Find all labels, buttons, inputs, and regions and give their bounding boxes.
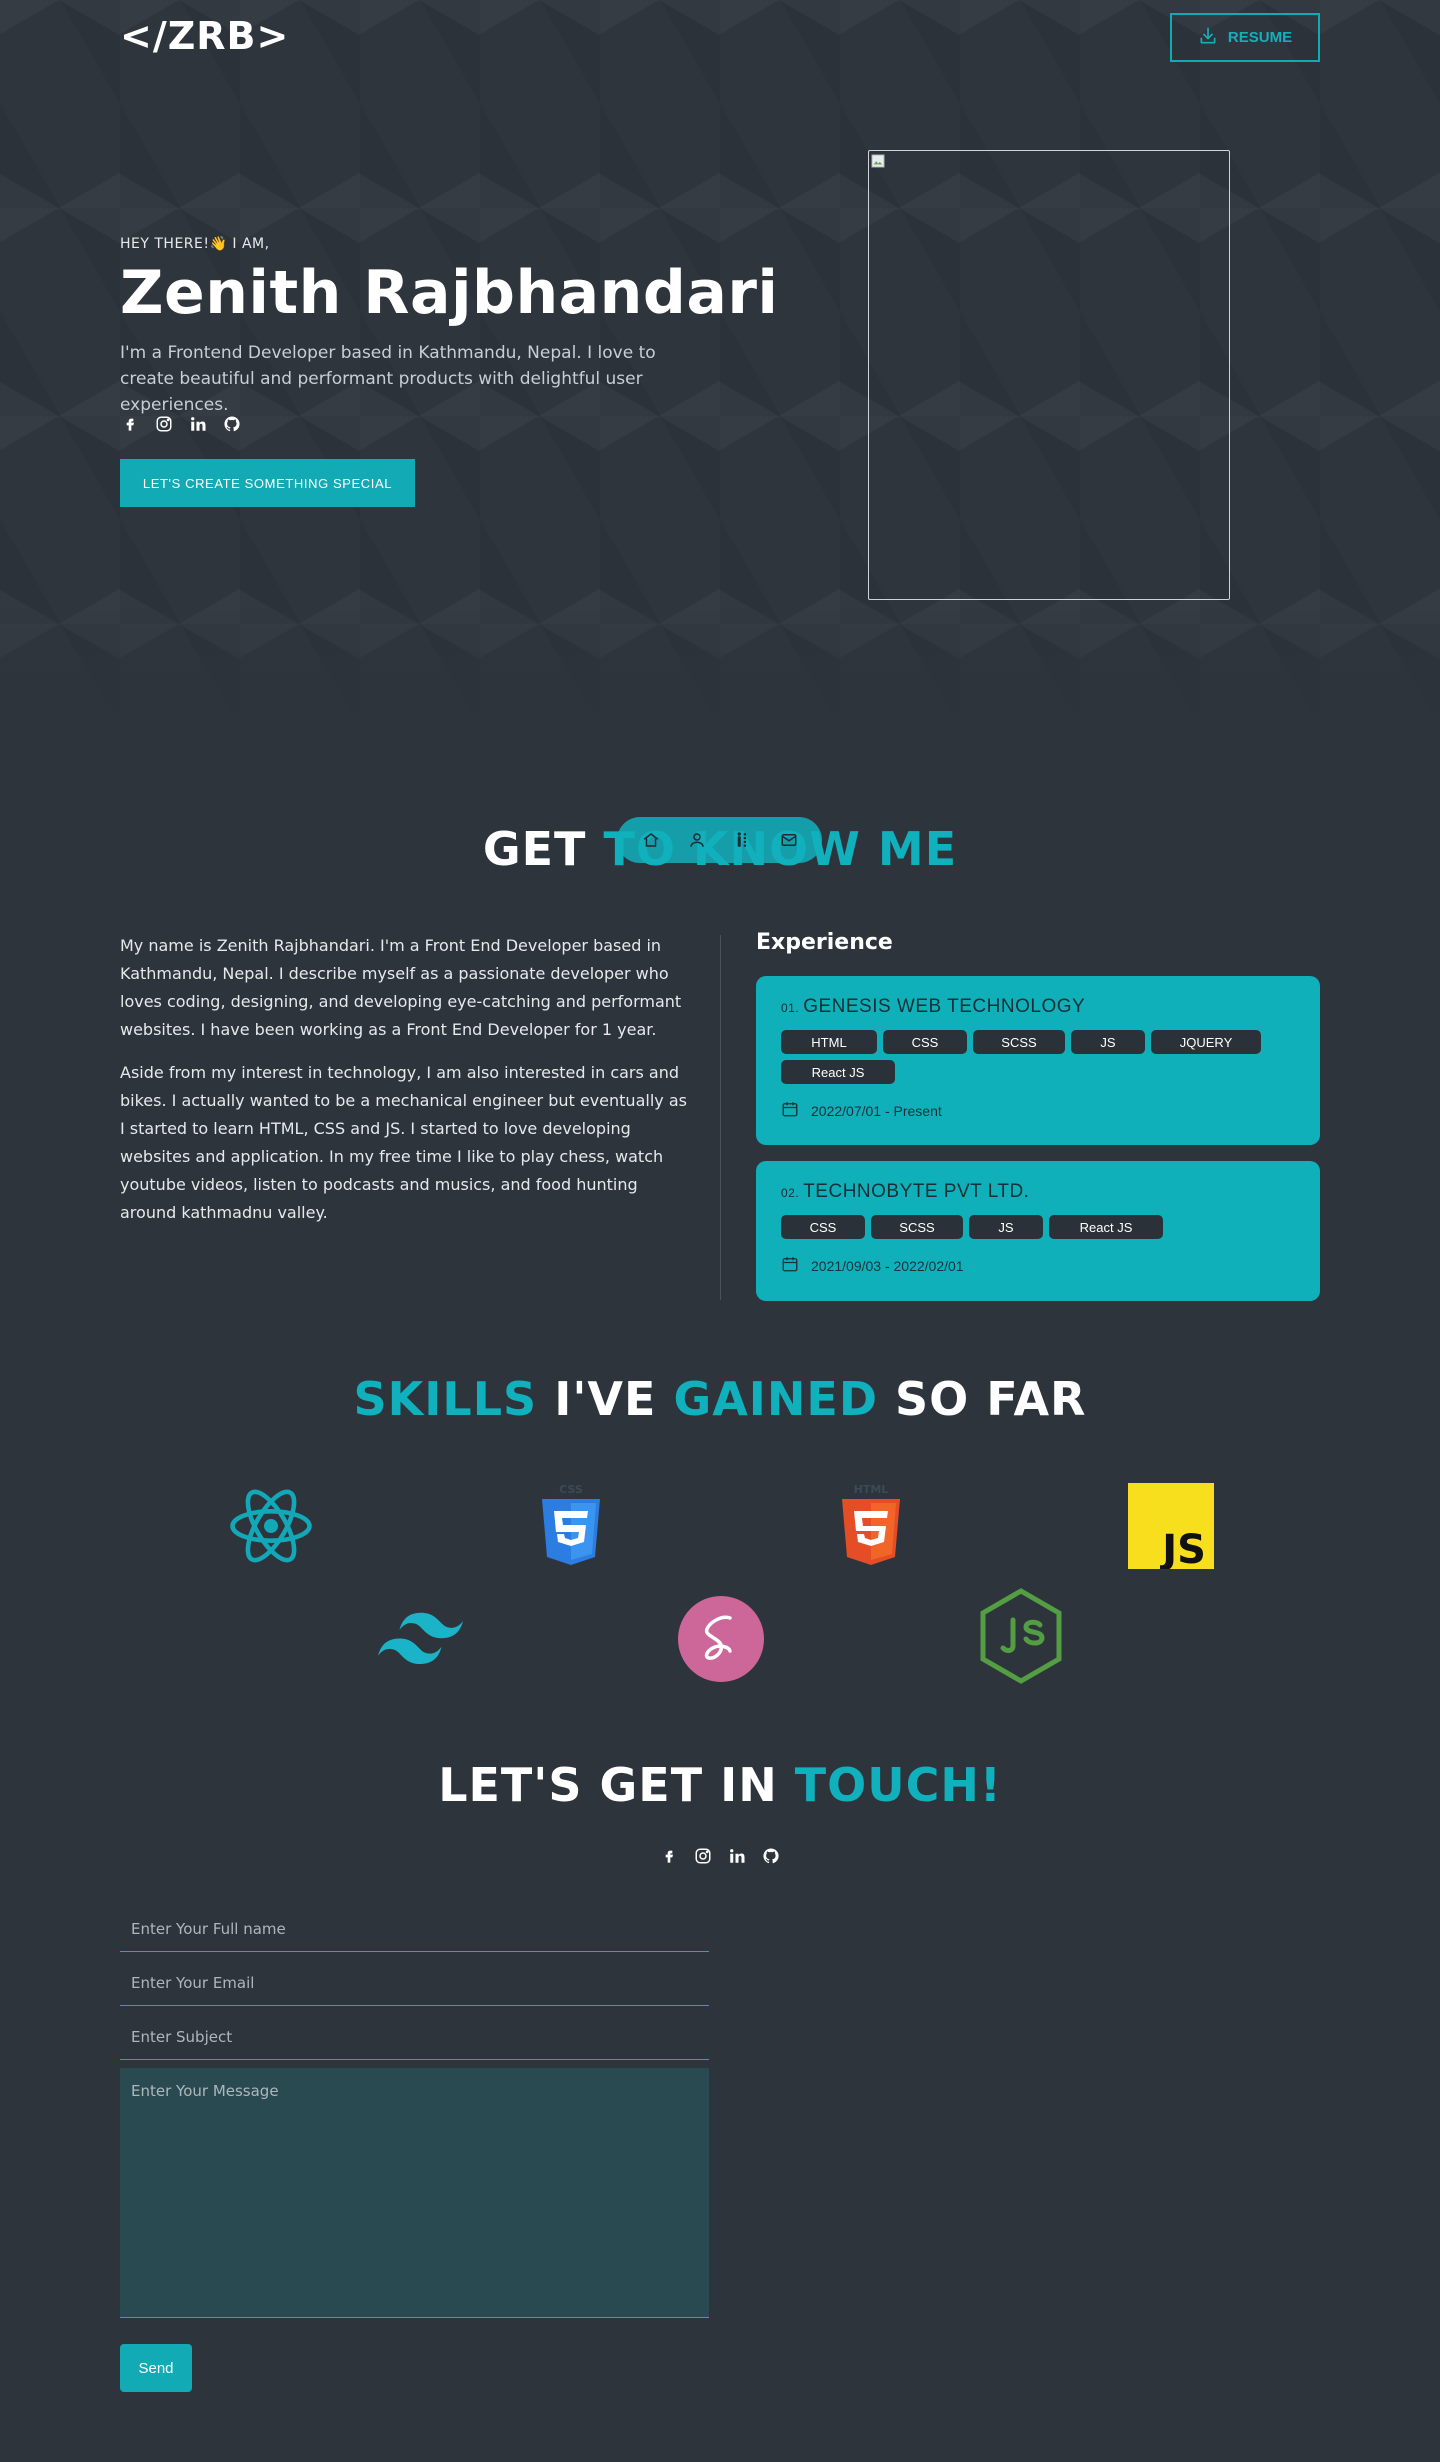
- nodejs-icon: [976, 1588, 1066, 1684]
- javascript-icon: JS: [1126, 1481, 1216, 1571]
- experience-date-text: 2022/07/01 - Present: [811, 1102, 942, 1119]
- linkedin-icon[interactable]: [188, 414, 208, 434]
- react-icon: [226, 1481, 316, 1571]
- experience-company: TECHNOBYTE PVT LTD.: [803, 1181, 1030, 1202]
- tag-list: HTML CSS SCSS JS JQUERY React JS: [781, 1030, 1295, 1084]
- logo-text: ZRB: [167, 14, 257, 58]
- hero-name: Zenith Rajbhandari: [120, 258, 779, 328]
- email-input[interactable]: [120, 1960, 709, 2006]
- html5-icon: HTML: [826, 1481, 916, 1571]
- about-title-part1: GET: [482, 822, 604, 876]
- skills-icon[interactable]: [727, 824, 759, 856]
- instagram-icon[interactable]: [693, 1846, 713, 1866]
- tag: SCSS: [871, 1215, 963, 1239]
- hero-social-links: [120, 414, 242, 434]
- github-icon[interactable]: [222, 414, 242, 434]
- user-icon[interactable]: [681, 824, 713, 856]
- calendar-icon: [781, 1100, 799, 1121]
- sass-icon: [676, 1594, 766, 1684]
- about-paragraph-1: My name is Zenith Rajbhandari. I'm a Fro…: [120, 936, 682, 1039]
- tag: CSS: [883, 1030, 967, 1054]
- about-paragraph-2: Aside from my interest in technology, I …: [120, 1063, 687, 1222]
- skills-title-b: I'VE: [537, 1372, 674, 1426]
- tag: SCSS: [973, 1030, 1065, 1054]
- contact-title: LET'S GET IN TOUCH!: [0, 1758, 1440, 1812]
- experience-date: 2022/07/01 - Present: [781, 1100, 1295, 1121]
- logo-bracket-open: </: [120, 14, 168, 58]
- site-logo[interactable]: <//ZRB>: [120, 14, 289, 58]
- tag: HTML: [781, 1030, 877, 1054]
- experience-number: 01.: [781, 1001, 800, 1015]
- experience-heading: Experience: [756, 930, 893, 955]
- hero-greeting: HEY THERE!👋 I AM,: [120, 236, 270, 252]
- skills-title-d: SO FAR: [878, 1372, 1087, 1426]
- skills-title-c: GAINED: [673, 1372, 879, 1426]
- experience-company: GENESIS WEB TECHNOLOGY: [803, 996, 1086, 1017]
- download-icon: [1198, 26, 1218, 50]
- instagram-icon[interactable]: [154, 414, 174, 434]
- fullname-input[interactable]: [120, 1906, 709, 1952]
- calendar-icon: [781, 1255, 799, 1276]
- floating-nav: [617, 817, 822, 863]
- css3-label: CSS: [559, 1483, 583, 1496]
- tag: React JS: [1049, 1215, 1163, 1239]
- contact-form: [120, 1906, 709, 2318]
- contact-social-links: [659, 1846, 781, 1866]
- tag: JQUERY: [1151, 1030, 1261, 1054]
- github-icon[interactable]: [761, 1846, 781, 1866]
- send-button[interactable]: Send: [120, 2344, 192, 2392]
- css3-icon: CSS: [526, 1481, 616, 1571]
- experience-date-text: 2021/09/03 - 2022/02/01: [811, 1257, 964, 1274]
- tag-list: CSS SCSS JS React JS: [781, 1215, 1295, 1239]
- tailwind-icon: [376, 1594, 466, 1684]
- logo-bracket-close: >: [256, 14, 290, 58]
- resume-button[interactable]: RESUME: [1170, 13, 1320, 62]
- skills-title: SKILLS I'VE GAINED SO FAR: [0, 1372, 1440, 1426]
- linkedin-icon[interactable]: [727, 1846, 747, 1866]
- cta-button[interactable]: LET'S CREATE SOMETHING SPECIAL: [120, 459, 415, 507]
- experience-card-1: 01. GENESIS WEB TECHNOLOGY HTML CSS SCSS …: [756, 976, 1320, 1145]
- skills-title-a: SKILLS: [353, 1372, 538, 1426]
- tag: React JS: [781, 1060, 895, 1084]
- contact-title-b: TOUCH!: [794, 1758, 1002, 1812]
- section-divider: [720, 935, 721, 1300]
- contact-title-a: LET'S GET IN: [438, 1758, 795, 1812]
- facebook-icon[interactable]: [120, 414, 140, 434]
- experience-title: 01. GENESIS WEB TECHNOLOGY: [781, 996, 1295, 1018]
- message-textarea[interactable]: [120, 2068, 709, 2318]
- home-icon[interactable]: [635, 824, 667, 856]
- mail-icon[interactable]: [773, 824, 805, 856]
- html5-label: HTML: [854, 1483, 889, 1496]
- experience-number: 02.: [781, 1186, 800, 1200]
- experience-date: 2021/09/03 - 2022/02/01: [781, 1255, 1295, 1276]
- hero-description: I'm a Frontend Developer based in Kathma…: [120, 343, 656, 415]
- about-text: My name is Zenith Rajbhandari. I'm a Fro…: [120, 932, 690, 1242]
- experience-card-2: 02. TECHNOBYTE PVT LTD. CSS SCSS JS React…: [756, 1161, 1320, 1301]
- experience-title: 02. TECHNOBYTE PVT LTD.: [781, 1181, 1295, 1203]
- tag: CSS: [781, 1215, 865, 1239]
- javascript-label: JS: [1159, 1527, 1206, 1569]
- tag: JS: [1071, 1030, 1145, 1054]
- facebook-icon[interactable]: [659, 1846, 679, 1866]
- profile-image: [868, 150, 1230, 600]
- broken-image-icon: [871, 153, 887, 169]
- tag: JS: [969, 1215, 1043, 1239]
- resume-label: RESUME: [1227, 29, 1293, 46]
- subject-input[interactable]: [120, 2014, 709, 2060]
